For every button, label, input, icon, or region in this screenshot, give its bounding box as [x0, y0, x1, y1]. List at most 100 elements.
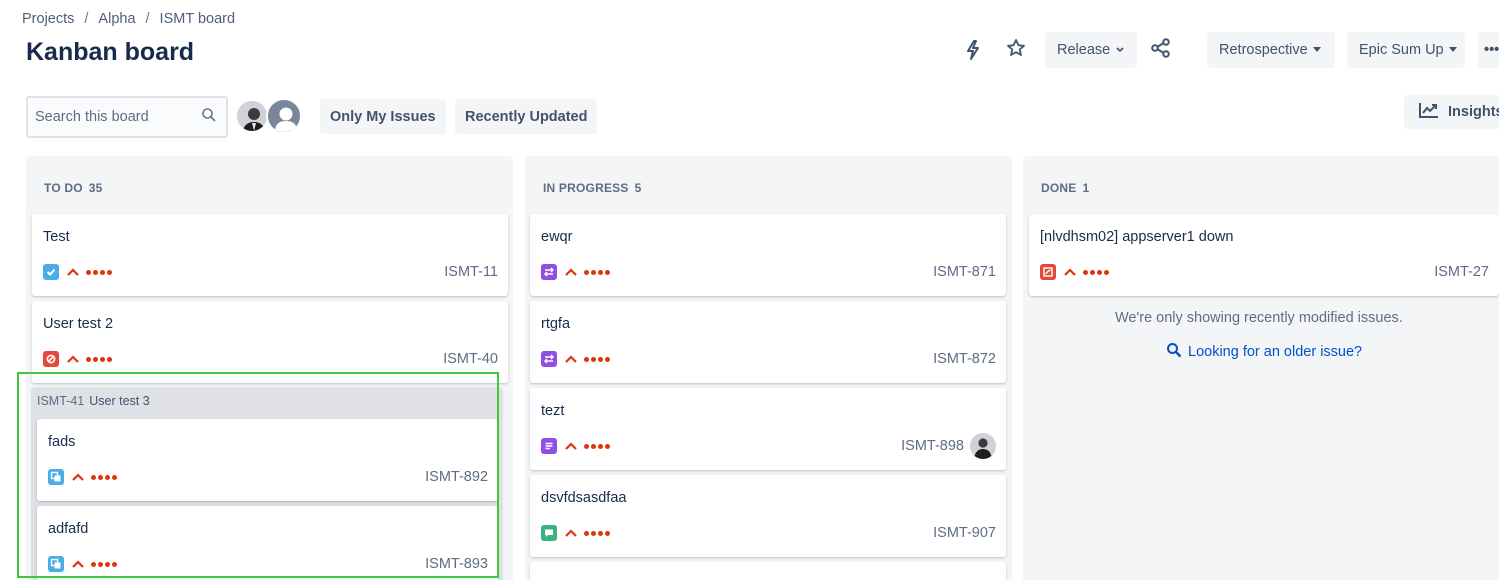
- avatar[interactable]: [235, 99, 269, 133]
- issue-key[interactable]: ISMT-898: [901, 438, 964, 454]
- story-icon: [541, 438, 557, 454]
- card-title: ewqr: [541, 229, 573, 245]
- avatar-default[interactable]: [266, 98, 302, 134]
- parent-issue-title: User test 3: [89, 394, 150, 408]
- story-points-icon: [584, 269, 610, 275]
- star-icon: [1006, 38, 1026, 63]
- search-icon: [201, 107, 217, 128]
- card-footer: ISMT-892: [48, 467, 488, 487]
- issue-card[interactable]: [nlvdhsm02] appserver1 down ISMT-27: [1029, 214, 1499, 296]
- card-title: fads: [48, 434, 76, 450]
- subtask-card[interactable]: fads ISMT-892: [37, 419, 498, 501]
- breadcrumb: Projects / Alpha / ISMT board: [22, 11, 235, 27]
- column-name: IN PROGRESS: [543, 181, 629, 195]
- issue-key[interactable]: ISMT-40: [443, 351, 498, 367]
- issue-key[interactable]: ISMT-907: [933, 525, 996, 541]
- chart-trend-icon: [1418, 101, 1440, 123]
- story-points-icon: [584, 443, 610, 449]
- story-points-icon: [91, 474, 117, 480]
- card-title: rtgfa: [541, 316, 571, 332]
- card-title: [nlvdhsm02] appserver1 down: [1040, 229, 1234, 245]
- share-button[interactable]: [1145, 32, 1177, 68]
- older-issue-link[interactable]: Looking for an older issue?: [1166, 342, 1362, 362]
- card-footer: ISMT-11: [43, 262, 498, 282]
- card-footer: ISMT-872: [541, 349, 996, 369]
- issue-card[interactable]: dsvfdsasdfaa ISMT-907: [530, 475, 1006, 557]
- release-button[interactable]: Release: [1045, 32, 1138, 68]
- story-points-icon: [1083, 269, 1109, 275]
- issue-card[interactable]: ewqr ISMT-871: [530, 214, 1006, 296]
- release-label: Release: [1057, 42, 1111, 58]
- parent-issue-key: ISMT-41: [37, 394, 85, 408]
- group-header[interactable]: ISMT-41 User test 3: [37, 394, 150, 408]
- card-footer: ISMT-27: [1040, 262, 1489, 282]
- insights-button[interactable]: Insights: [1404, 95, 1499, 129]
- card-title: dsvfdsasdfaa: [541, 490, 627, 506]
- issue-card[interactable]: User test 2 ISMT-40: [32, 301, 508, 383]
- incident-icon: [1040, 264, 1056, 280]
- search-icon: [1166, 342, 1182, 362]
- automation-button[interactable]: [957, 34, 989, 70]
- more-icon: •••: [1484, 42, 1499, 58]
- card-title: User test 2: [43, 316, 114, 332]
- subtask-icon: [48, 556, 64, 572]
- change-icon: [541, 351, 557, 367]
- issue-key[interactable]: ISMT-11: [444, 264, 498, 280]
- bug-icon: [43, 351, 59, 367]
- column-count: 1: [1082, 181, 1090, 195]
- column-name: DONE: [1041, 181, 1077, 195]
- chevron-down-icon: [1115, 46, 1125, 54]
- task-icon: [43, 264, 59, 280]
- issue-card[interactable]: Test ISMT-11: [32, 214, 508, 296]
- story-points-icon: [584, 356, 610, 362]
- priority-high-icon: [564, 441, 578, 451]
- subtask-card[interactable]: adfafd ISMT-893: [37, 506, 498, 580]
- recent-issues-message: We're only showing recently modified iss…: [1115, 310, 1403, 326]
- column-header: IN PROGRESS 5: [543, 181, 641, 195]
- retrospective-label: Retrospective: [1219, 42, 1308, 58]
- more-button[interactable]: •••: [1478, 32, 1499, 68]
- recently-updated-filter[interactable]: Recently Updated: [455, 99, 598, 134]
- retrospective-button[interactable]: Retrospective: [1207, 32, 1335, 68]
- column-count: 35: [88, 181, 103, 195]
- card-footer: ISMT-898: [541, 433, 996, 459]
- insights-label: Insights: [1448, 104, 1499, 120]
- card-title: Test: [43, 229, 70, 245]
- story-points-icon: [584, 530, 610, 536]
- page-title: Kanban board: [26, 38, 195, 66]
- priority-high-icon: [66, 267, 80, 277]
- subtask-icon: [48, 469, 64, 485]
- column-count: 5: [634, 181, 642, 195]
- issue-card[interactable]: tezt ISMT-898: [530, 388, 1006, 470]
- issue-key[interactable]: ISMT-872: [933, 351, 996, 367]
- epic-sum-up-label: Epic Sum Up: [1359, 42, 1444, 58]
- issue-card[interactable]: [530, 562, 1006, 580]
- search-input[interactable]: Search this board: [26, 96, 228, 138]
- issue-key[interactable]: ISMT-871: [933, 264, 996, 280]
- caret-down-icon: [1312, 46, 1321, 52]
- priority-high-icon: [1063, 267, 1077, 277]
- change-icon: [541, 264, 557, 280]
- assignee-avatar[interactable]: [970, 433, 996, 459]
- issue-key[interactable]: ISMT-893: [425, 556, 488, 572]
- issue-key[interactable]: ISMT-27: [1434, 264, 1489, 280]
- card-title: tezt: [541, 403, 565, 419]
- column-header: TO DO 35: [44, 181, 103, 195]
- card-title: adfafd: [48, 521, 89, 537]
- breadcrumb-projects[interactable]: Projects: [22, 11, 74, 27]
- column-header: DONE 1: [1041, 181, 1089, 195]
- epic-sum-up-button[interactable]: Epic Sum Up: [1347, 32, 1465, 68]
- priority-high-icon: [66, 354, 80, 364]
- breadcrumb-board[interactable]: ISMT board: [160, 11, 236, 27]
- story-points-icon: [86, 269, 112, 275]
- share-icon: [1150, 37, 1172, 64]
- issue-key[interactable]: ISMT-892: [425, 469, 488, 485]
- issue-card[interactable]: rtgfa ISMT-872: [530, 301, 1006, 383]
- card-footer: ISMT-40: [43, 349, 498, 369]
- breadcrumb-alpha[interactable]: Alpha: [98, 11, 135, 27]
- star-button[interactable]: [1000, 32, 1032, 68]
- only-my-issues-filter[interactable]: Only My Issues: [320, 99, 446, 134]
- comment-icon: [541, 525, 557, 541]
- priority-high-icon: [564, 354, 578, 364]
- priority-high-icon: [71, 559, 85, 569]
